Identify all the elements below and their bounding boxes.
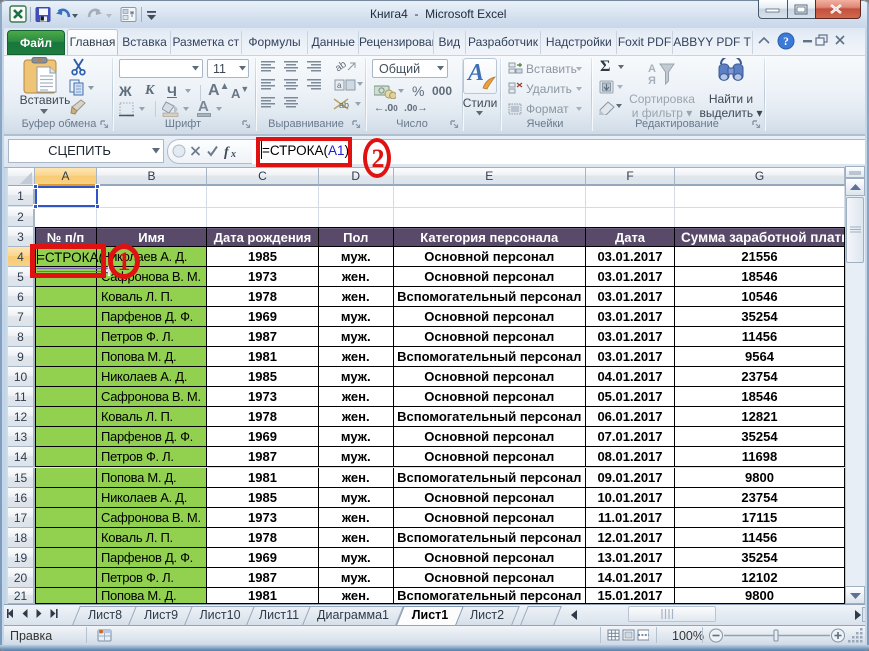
- svg-text:?: ?: [783, 36, 789, 48]
- svg-text:a: a: [337, 81, 342, 90]
- svg-text:x: x: [230, 149, 236, 160]
- svg-text:А: А: [648, 63, 656, 75]
- svg-text:f: f: [224, 145, 230, 160]
- svg-text:Я: Я: [648, 75, 656, 87]
- svg-text:ab: ab: [334, 59, 349, 74]
- svg-text:ab: ab: [339, 100, 349, 110]
